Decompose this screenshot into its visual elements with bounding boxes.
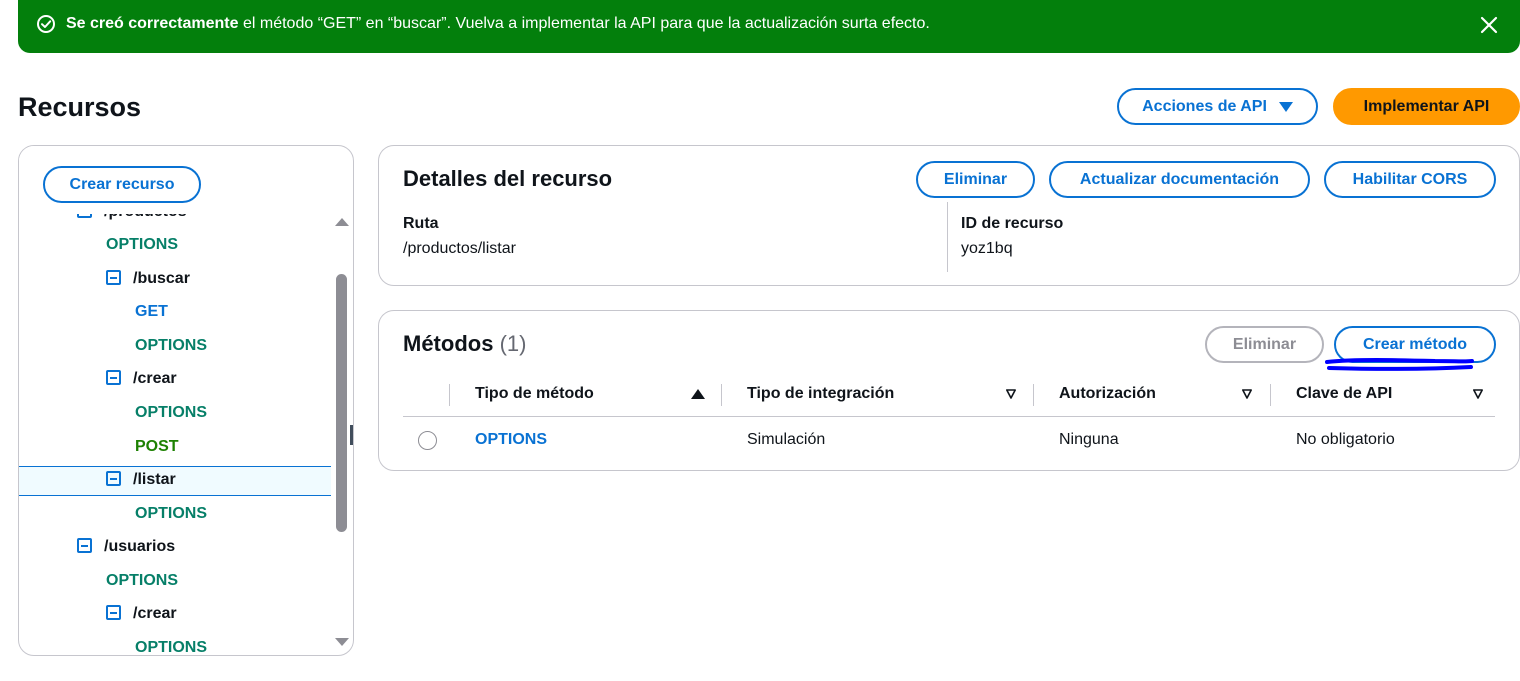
- column-separator: [721, 384, 722, 406]
- scrollbar-thumb[interactable]: [336, 274, 347, 532]
- sort-icon[interactable]: [1242, 389, 1252, 399]
- resource-id-value: yoz1bq: [961, 240, 1013, 257]
- column-separator: [1033, 384, 1034, 406]
- methods-title: Métodos (1): [403, 330, 526, 358]
- tree-method-options[interactable]: OPTIONS: [135, 499, 207, 529]
- success-flashbar: Se creó correctamente el método “GET” en…: [18, 0, 1520, 53]
- methods-count: (1): [499, 331, 527, 356]
- column-separator: [1270, 384, 1271, 406]
- tree-method-options[interactable]: OPTIONS: [106, 230, 178, 260]
- tree-resource-listar[interactable]: /listar: [106, 465, 176, 495]
- tree-item-label: /buscar: [133, 270, 190, 287]
- resource-tree: /productos OPTIONS /buscar GET OPTIONS /…: [19, 146, 332, 655]
- enable-cors-button[interactable]: Habilitar CORS: [1324, 161, 1496, 198]
- api-actions-label: Acciones de API: [1142, 97, 1267, 115]
- resource-tree-panel: /productos OPTIONS /buscar GET OPTIONS /…: [18, 145, 354, 656]
- scroll-up-icon[interactable]: [335, 218, 349, 226]
- column-header-method-type[interactable]: Tipo de método: [475, 383, 594, 405]
- delete-method-button[interactable]: Eliminar: [1205, 326, 1324, 363]
- update-documentation-button[interactable]: Actualizar documentación: [1049, 161, 1310, 198]
- path-label: Ruta: [403, 215, 439, 232]
- tree-method-options[interactable]: OPTIONS: [135, 331, 207, 361]
- authorization-cell: Ninguna: [1059, 431, 1119, 448]
- page-title: Recursos: [18, 92, 142, 122]
- resource-id-label: ID de recurso: [961, 215, 1064, 232]
- column-separator: [449, 384, 450, 406]
- flash-message: Se creó correctamente el método “GET” en…: [66, 14, 930, 34]
- scroll-down-icon[interactable]: [335, 638, 349, 646]
- panel-resize-handle[interactable]: [350, 425, 353, 445]
- column-header-authorization[interactable]: Autorización: [1059, 383, 1156, 405]
- delete-resource-button[interactable]: Eliminar: [916, 161, 1035, 198]
- table-header-divider: [403, 416, 1495, 417]
- collapse-icon[interactable]: [106, 370, 121, 385]
- create-resource-button[interactable]: Crear recurso: [43, 166, 201, 203]
- tree-item-label: /listar: [133, 471, 176, 488]
- column-header-api-key[interactable]: Clave de API: [1296, 383, 1392, 405]
- tree-resource-crear[interactable]: /crear: [106, 599, 177, 629]
- sort-icon[interactable]: [1006, 389, 1016, 399]
- api-key-cell: No obligatorio: [1296, 431, 1395, 448]
- success-icon: [37, 15, 55, 33]
- tree-method-get[interactable]: GET: [135, 297, 168, 327]
- flash-message-bold: Se creó correctamente: [66, 15, 239, 32]
- collapse-icon[interactable]: [106, 605, 121, 620]
- integration-type-cell: Simulación: [747, 431, 826, 448]
- tree-resource-buscar[interactable]: /buscar: [106, 264, 190, 294]
- path-value: /productos/listar: [403, 240, 516, 257]
- sort-ascending-icon[interactable]: [691, 389, 705, 399]
- collapse-icon[interactable]: [77, 538, 92, 553]
- tree-resource-crear[interactable]: /crear: [106, 364, 177, 394]
- flash-message-text: el método “GET” en “buscar”. Vuelva a im…: [238, 15, 930, 32]
- tree-item-label: /usuarios: [104, 538, 176, 555]
- close-icon[interactable]: [1478, 14, 1500, 36]
- tree-method-options[interactable]: OPTIONS: [135, 633, 207, 655]
- hand-drawn-underline: [1325, 358, 1474, 371]
- tree-item-label: /crear: [133, 370, 177, 387]
- collapse-icon[interactable]: [106, 270, 121, 285]
- resource-details-title: Detalles del recurso: [403, 166, 613, 191]
- api-actions-dropdown[interactable]: Acciones de API: [1117, 88, 1318, 125]
- methods-title-text: Métodos: [403, 331, 494, 356]
- caret-down-icon: [1278, 101, 1293, 112]
- tree-method-options[interactable]: OPTIONS: [106, 566, 178, 596]
- sort-icon[interactable]: [1473, 389, 1483, 399]
- method-link-options[interactable]: OPTIONS: [475, 430, 547, 450]
- tree-method-post[interactable]: POST: [135, 432, 179, 462]
- tree-item-label: /crear: [133, 605, 177, 622]
- column-header-integration-type[interactable]: Tipo de integración: [747, 383, 894, 405]
- tree-resource-usuarios[interactable]: /usuarios: [77, 532, 175, 562]
- deploy-api-button[interactable]: Implementar API: [1333, 88, 1520, 125]
- collapse-icon[interactable]: [106, 471, 121, 486]
- details-divider: [947, 202, 948, 272]
- row-select-radio[interactable]: [418, 431, 437, 450]
- tree-method-options[interactable]: OPTIONS: [135, 398, 207, 428]
